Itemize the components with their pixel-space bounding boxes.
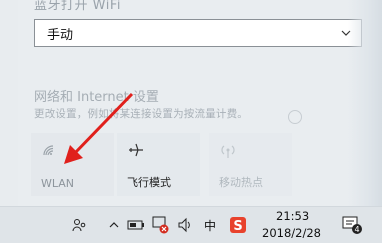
- people-icon[interactable]: [70, 215, 88, 235]
- sogou-icon[interactable]: S: [228, 215, 248, 235]
- dropdown-value: 手动: [47, 27, 74, 43]
- airplane-mode-label: 飞行模式: [127, 176, 171, 189]
- battery-icon[interactable]: [126, 215, 146, 235]
- network-error-icon[interactable]: [150, 215, 172, 235]
- clock-time[interactable]: 21:53: [276, 209, 309, 223]
- mobile-hotspot-label: 移动热点: [219, 176, 263, 189]
- action-center-icon[interactable]: 4: [340, 215, 364, 235]
- background-blur: [348, 0, 382, 206]
- mode-dropdown[interactable]: 手动: [34, 19, 362, 47]
- annotation-arrow: [64, 92, 134, 164]
- taskbar: 中 S 21:53 2018/2/28 4: [0, 206, 382, 243]
- notification-count: 4: [354, 225, 359, 234]
- ime-indicator[interactable]: 中: [202, 215, 218, 235]
- mobile-hotspot-tile: 移动热点: [209, 133, 292, 196]
- svg-text:S: S: [233, 219, 242, 234]
- faded-ring-icon: [288, 110, 302, 124]
- faded-header-text: 蓝牙打开 WiFi: [34, 0, 121, 13]
- hotspot-icon: [221, 145, 235, 158]
- clock-date[interactable]: 2018/2/28: [262, 226, 321, 240]
- chevron-up-icon[interactable]: [106, 215, 122, 235]
- volume-icon[interactable]: [176, 215, 196, 235]
- wlan-label: WLAN: [41, 177, 75, 190]
